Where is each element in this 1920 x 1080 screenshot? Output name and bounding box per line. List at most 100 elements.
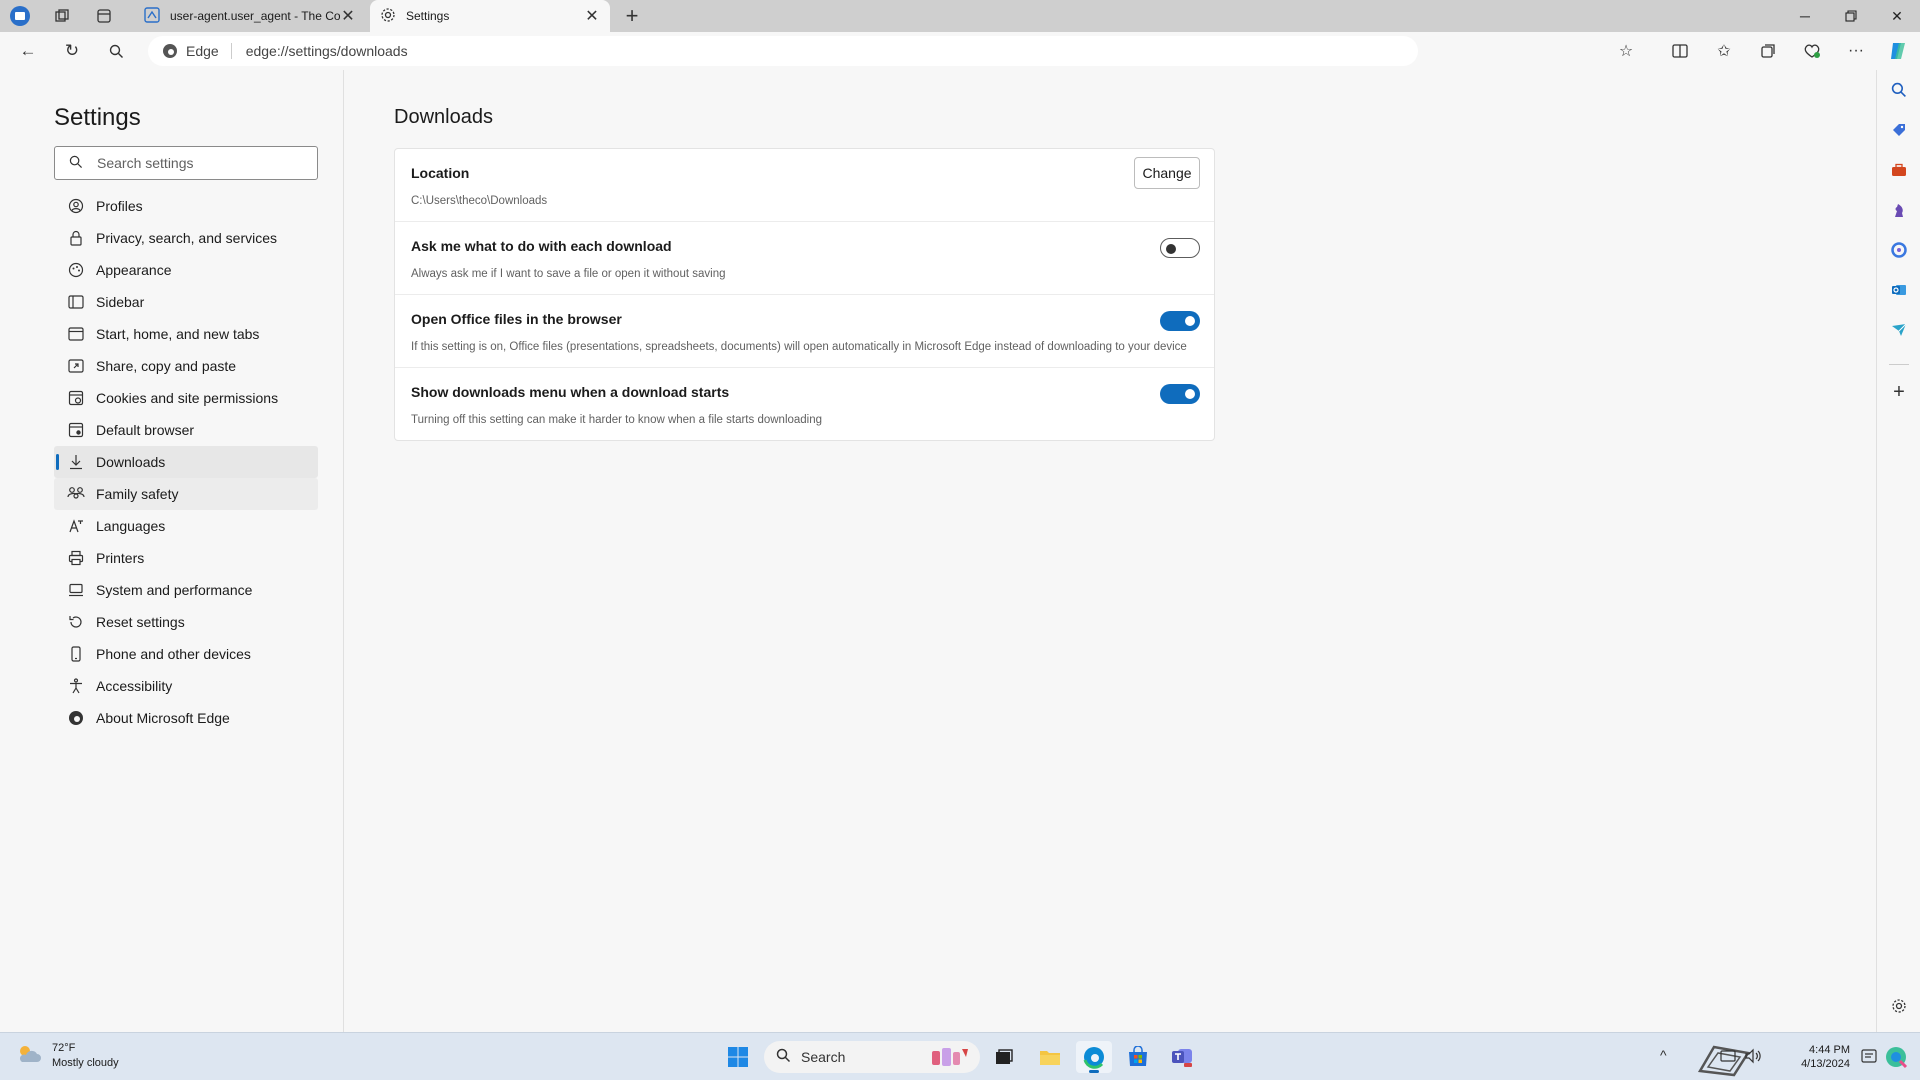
tab-strip: user-agent.user_agent - The Coll ✕ Setti… <box>0 0 1920 32</box>
favorites-icon[interactable]: ✩ <box>1708 36 1740 66</box>
refresh-icon[interactable]: ↻ <box>56 36 88 66</box>
more-options-icon[interactable]: ··· <box>1840 36 1872 66</box>
omnibox[interactable]: Edge edge://settings/downloads <box>148 36 1418 66</box>
workspaces-icon[interactable] <box>46 0 78 32</box>
sidebar-item-phone[interactable]: Phone and other devices <box>54 638 318 670</box>
office-files-title: Open Office files in the browser <box>411 311 622 327</box>
taskbar-search-label: Search <box>801 1049 846 1065</box>
volume-icon[interactable] <box>1744 1048 1762 1069</box>
sidebar-item-label: Start, home, and new tabs <box>96 326 260 342</box>
drop-send-icon[interactable] <box>1883 314 1915 346</box>
collections-icon[interactable] <box>1752 36 1784 66</box>
sidebar-item-printers[interactable]: Printers <box>54 542 318 574</box>
restore-icon[interactable] <box>1828 0 1874 32</box>
browser-essentials-icon[interactable] <box>1796 36 1828 66</box>
outlook-icon[interactable] <box>1883 274 1915 306</box>
task-view-icon[interactable] <box>986 1041 1022 1073</box>
tab-settings[interactable]: Settings ✕ <box>370 0 610 32</box>
close-window-icon[interactable]: ✕ <box>1874 0 1920 32</box>
sidebar-item-about[interactable]: About Microsoft Edge <box>54 702 318 734</box>
sidebar-item-start-home[interactable]: Start, home, and new tabs <box>54 318 318 350</box>
close-tab-icon[interactable]: ✕ <box>340 6 356 26</box>
shopping-tag-icon[interactable] <box>1883 114 1915 146</box>
sidebar-item-languages[interactable]: Languages <box>54 510 318 542</box>
share-icon <box>66 359 86 373</box>
sidebar-item-label: Appearance <box>96 262 172 278</box>
downloads-menu-desc: Turning off this setting can make it har… <box>411 414 823 426</box>
start-windows-icon[interactable] <box>720 1041 756 1073</box>
ask-download-title: Ask me what to do with each download <box>411 238 672 254</box>
cookies-icon <box>66 390 86 406</box>
file-explorer-icon[interactable] <box>1032 1041 1068 1073</box>
site-info-chip[interactable]: Edge <box>162 43 232 59</box>
location-path: C:\Users\theco\Downloads <box>411 195 548 207</box>
clock-time: 4:44 PM <box>1809 1044 1850 1056</box>
sidebar-divider <box>1889 364 1909 365</box>
sidebar-item-accessibility[interactable]: Accessibility <box>54 670 318 702</box>
url-text[interactable]: edge://settings/downloads <box>246 43 408 59</box>
minimize-icon[interactable]: ─ <box>1782 0 1828 32</box>
page-title: Downloads <box>394 106 493 128</box>
sidebar-item-profiles[interactable]: Profiles <box>54 190 318 222</box>
search-icon <box>69 155 83 172</box>
microsoft-365-icon[interactable] <box>1883 234 1915 266</box>
appearance-icon <box>66 262 86 278</box>
ask-download-desc: Always ask me if I want to save a file o… <box>411 268 726 280</box>
system-clock[interactable]: 4:44 PM 4/13/2024 <box>1780 1043 1850 1071</box>
sidebar-item-cookies[interactable]: Cookies and site permissions <box>54 382 318 414</box>
copilot-icon[interactable] <box>1882 36 1914 66</box>
edge-icon <box>66 710 86 726</box>
weather-widget[interactable]: 72°F Mostly cloudy <box>16 1041 119 1071</box>
taskbar-search[interactable]: Search <box>764 1041 980 1073</box>
tray-chevron-icon[interactable]: ^ <box>1660 1047 1667 1063</box>
ask-download-toggle[interactable] <box>1160 238 1200 258</box>
sidebar-item-appearance[interactable]: Appearance <box>54 254 318 286</box>
sidebar-item-reset[interactable]: Reset settings <box>54 606 318 638</box>
tab-user-agent[interactable]: user-agent.user_agent - The Coll ✕ <box>134 0 366 32</box>
favorite-star-icon[interactable]: ☆ <box>1610 36 1642 66</box>
lock-icon <box>66 230 86 246</box>
office-files-toggle[interactable] <box>1160 311 1200 331</box>
microsoft-store-icon[interactable] <box>1120 1041 1156 1073</box>
tab-title: Settings <box>406 9 450 23</box>
sidebar-item-privacy[interactable]: Privacy, search, and services <box>54 222 318 254</box>
back-icon[interactable]: ← <box>12 36 44 66</box>
new-tab-icon[interactable]: + <box>616 0 648 32</box>
settings-title: Settings <box>54 104 141 131</box>
sidebar-item-family-safety[interactable]: Family safety <box>54 478 318 510</box>
accessibility-icon <box>66 678 86 694</box>
profile-icon <box>66 198 86 214</box>
close-tab-icon[interactable]: ✕ <box>584 6 600 26</box>
sidebar-item-label: Family safety <box>96 486 179 502</box>
sidebar-item-default-browser[interactable]: Default browser <box>54 414 318 446</box>
search-icon <box>776 1048 791 1066</box>
ask-download-row: Ask me what to do with each download Alw… <box>395 222 1214 295</box>
sidebar-settings-icon[interactable] <box>1883 990 1915 1022</box>
search-icon[interactable] <box>100 36 132 66</box>
edge-taskbar-icon[interactable] <box>1076 1041 1112 1073</box>
weather-desc: Mostly cloudy <box>52 1057 119 1069</box>
printer-icon <box>66 550 86 566</box>
network-icon[interactable] <box>1720 1049 1736 1068</box>
tools-briefcase-icon[interactable] <box>1883 154 1915 186</box>
split-screen-icon[interactable] <box>1664 36 1696 66</box>
sidebar-item-system[interactable]: System and performance <box>54 574 318 606</box>
sidebar-item-label: System and performance <box>96 582 253 598</box>
sidebar-item-label: Printers <box>96 550 145 566</box>
notification-icon[interactable] <box>1860 1047 1878 1070</box>
sidebar-item-downloads[interactable]: Downloads <box>54 446 318 478</box>
sidebar-item-sidebar[interactable]: Sidebar <box>54 286 318 318</box>
system-icon <box>66 583 86 597</box>
profile-avatar-icon[interactable] <box>4 0 36 32</box>
copilot-taskbar-icon[interactable] <box>1884 1045 1908 1074</box>
change-location-button[interactable]: Change <box>1134 157 1200 189</box>
downloads-menu-toggle[interactable] <box>1160 384 1200 404</box>
vertical-tabs-icon[interactable] <box>88 0 120 32</box>
games-chess-icon[interactable] <box>1883 194 1915 226</box>
add-sidebar-app-icon[interactable]: + <box>1883 376 1915 408</box>
search-settings-input[interactable]: Search settings <box>54 146 318 180</box>
teams-icon[interactable] <box>1164 1041 1200 1073</box>
search-icon[interactable] <box>1883 74 1915 106</box>
toggle-knob <box>1185 389 1195 399</box>
sidebar-item-share-copy[interactable]: Share, copy and paste <box>54 350 318 382</box>
